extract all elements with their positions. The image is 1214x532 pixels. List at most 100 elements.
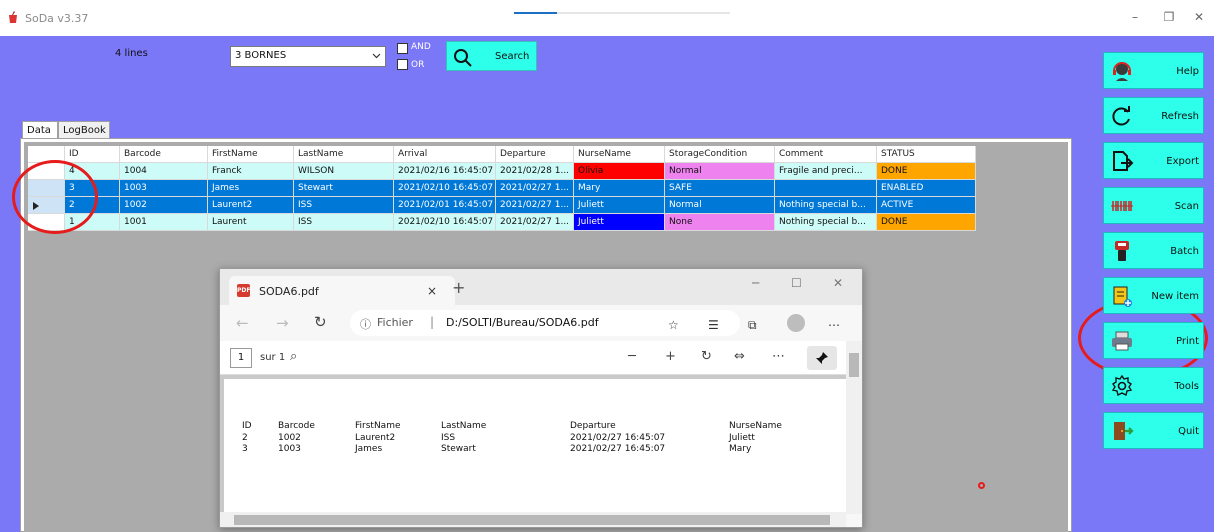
favorites-list-icon[interactable]: ☰ — [708, 318, 719, 332]
forward-button[interactable]: → — [276, 314, 289, 332]
url-separator: | — [430, 315, 435, 329]
column-header-departure[interactable]: Departure — [496, 146, 574, 163]
tab-logbook[interactable]: LogBook — [58, 121, 110, 139]
more-menu-icon[interactable]: ⋯ — [828, 318, 840, 332]
column-header-arrival[interactable]: Arrival — [394, 146, 496, 163]
cell-storagecondition[interactable]: None — [665, 214, 775, 231]
export-button[interactable]: Export — [1103, 142, 1204, 179]
cell-arrival[interactable]: 2021/02/16 16:45:07 — [394, 163, 496, 180]
back-button[interactable]: ← — [236, 314, 249, 332]
cell-storagecondition[interactable]: Normal — [665, 197, 775, 214]
cell-nursename[interactable]: Juliett — [574, 214, 665, 231]
cell-barcode[interactable]: 1004 — [120, 163, 208, 180]
cell-storagecondition[interactable]: Normal — [665, 163, 775, 180]
rotate-icon[interactable]: ↻ — [701, 349, 712, 364]
browser-minimize-button[interactable]: ─ — [752, 276, 759, 290]
scan-button[interactable]: Scan — [1103, 187, 1204, 224]
table-row[interactable]: 2 1002 Laurent2 ISS 2021/02/01 16:45:07 … — [28, 197, 976, 214]
column-header-id[interactable]: ID — [65, 146, 120, 163]
cell-lastname[interactable]: Stewart — [294, 180, 394, 197]
quit-button[interactable]: Quit — [1103, 412, 1204, 449]
cell-lastname[interactable]: ISS — [294, 197, 394, 214]
minimize-button[interactable]: – — [1124, 6, 1146, 28]
pin-toolbar-button[interactable] — [807, 346, 837, 370]
cell-firstname[interactable]: Laurent — [208, 214, 294, 231]
zoom-in-button[interactable]: + — [665, 349, 676, 364]
table-row[interactable]: 3 1003 James Stewart 2021/02/10 16:45:07… — [28, 180, 976, 197]
column-header-firstname[interactable]: FirstName — [208, 146, 294, 163]
cell-departure[interactable]: 2021/02/27 1... — [496, 197, 574, 214]
more-tools-icon[interactable]: ⋯ — [772, 349, 785, 364]
reload-button[interactable]: ↻ — [314, 313, 327, 331]
tools-button[interactable]: Tools — [1103, 367, 1204, 404]
browser-close-button[interactable]: ✕ — [833, 276, 843, 290]
maximize-button[interactable]: ❐ — [1158, 6, 1180, 28]
browser-maximize-button[interactable]: ☐ — [791, 276, 802, 290]
new-item-button[interactable]: New item — [1103, 277, 1204, 314]
info-icon[interactable]: ⓘ — [360, 316, 371, 332]
table-row[interactable]: 1 1001 Laurent ISS 2021/02/10 16:45:07 2… — [28, 214, 976, 231]
print-button[interactable]: Print — [1103, 322, 1204, 359]
cell-departure[interactable]: 2021/02/27 1... — [496, 180, 574, 197]
column-header-status[interactable]: STATUS — [877, 146, 976, 163]
table-row[interactable]: 4 1004 Franck WILSON 2021/02/16 16:45:07… — [28, 163, 976, 180]
cell-comment[interactable]: Nothing special b... — [775, 197, 877, 214]
cell-arrival[interactable]: 2021/02/10 16:45:07 — [394, 214, 496, 231]
column-header-comment[interactable]: Comment — [775, 146, 877, 163]
cell-status[interactable]: ACTIVE — [877, 197, 976, 214]
cell-status[interactable]: ENABLED — [877, 180, 976, 197]
cell-status[interactable]: DONE — [877, 163, 976, 180]
pdf-scroll-thumb[interactable] — [849, 353, 859, 377]
cell-comment[interactable]: Nothing special b... — [775, 214, 877, 231]
cell-arrival[interactable]: 2021/02/01 16:45:07 — [394, 197, 496, 214]
or-checkbox[interactable] — [397, 59, 408, 70]
cell-firstname[interactable]: Franck — [208, 163, 294, 180]
batch-button[interactable]: Batch — [1103, 232, 1204, 269]
cell-firstname[interactable]: James — [208, 180, 294, 197]
fit-page-icon[interactable]: ⇔ — [734, 349, 745, 364]
new-tab-button[interactable]: + — [452, 278, 465, 297]
cell-status[interactable]: DONE — [877, 214, 976, 231]
close-button[interactable]: ✕ — [1188, 6, 1210, 28]
pdf-hscroll-thumb[interactable] — [234, 515, 830, 525]
cell-comment[interactable]: Fragile and preci... — [775, 163, 877, 180]
tab-data[interactable]: Data — [22, 121, 58, 139]
zoom-out-button[interactable]: ─ — [628, 349, 636, 364]
column-header-barcode[interactable]: Barcode — [120, 146, 208, 163]
column-header-lastname[interactable]: LastName — [294, 146, 394, 163]
refresh-button[interactable]: Refresh — [1103, 97, 1204, 134]
cell-departure[interactable]: 2021/02/27 1... — [496, 214, 574, 231]
cell-arrival[interactable]: 2021/02/10 16:45:07 — [394, 180, 496, 197]
and-checkbox[interactable] — [397, 43, 408, 54]
cell-barcode[interactable]: 1002 — [120, 197, 208, 214]
find-icon[interactable]: ⌕ — [290, 349, 297, 364]
favorite-star-icon[interactable]: ☆ — [668, 318, 679, 332]
pdf-vertical-scrollbar[interactable] — [846, 341, 862, 514]
cell-nursename[interactable]: Olivia — [574, 163, 665, 180]
cell-firstname[interactable]: Laurent2 — [208, 197, 294, 214]
profile-avatar[interactable] — [787, 314, 805, 332]
help-button[interactable]: Help — [1103, 52, 1204, 89]
bornes-select-value: 3 BORNES — [235, 50, 287, 61]
bornes-select[interactable]: 3 BORNES — [230, 46, 386, 67]
address-bar[interactable]: ⓘ Fichier | D:/SOLTI/Bureau/SODA6.pdf — [350, 310, 740, 336]
collections-icon[interactable]: ⧉ — [748, 318, 757, 333]
cell-lastname[interactable]: ISS — [294, 214, 394, 231]
cell-nursename[interactable]: Mary — [574, 180, 665, 197]
column-header-nursename[interactable]: NurseName — [574, 146, 665, 163]
report-header-id: ID — [242, 421, 252, 431]
cell-departure[interactable]: 2021/02/28 1... — [496, 163, 574, 180]
browser-tab[interactable]: PDF SODA6.pdf × — [229, 276, 455, 305]
cell-nursename[interactable]: Juliett — [574, 197, 665, 214]
close-tab-button[interactable]: × — [427, 284, 437, 298]
refresh-button-label: Refresh — [1161, 111, 1199, 122]
cell-barcode[interactable]: 1001 — [120, 214, 208, 231]
search-button[interactable]: Search — [446, 41, 537, 71]
column-header-storagecondition[interactable]: StorageCondition — [665, 146, 775, 163]
pdf-horizontal-scrollbar[interactable] — [220, 512, 846, 527]
cell-storagecondition[interactable]: SAFE — [665, 180, 775, 197]
cell-barcode[interactable]: 1003 — [120, 180, 208, 197]
page-number-input[interactable]: 1 — [230, 348, 252, 368]
cell-comment[interactable] — [775, 180, 877, 197]
cell-lastname[interactable]: WILSON — [294, 163, 394, 180]
